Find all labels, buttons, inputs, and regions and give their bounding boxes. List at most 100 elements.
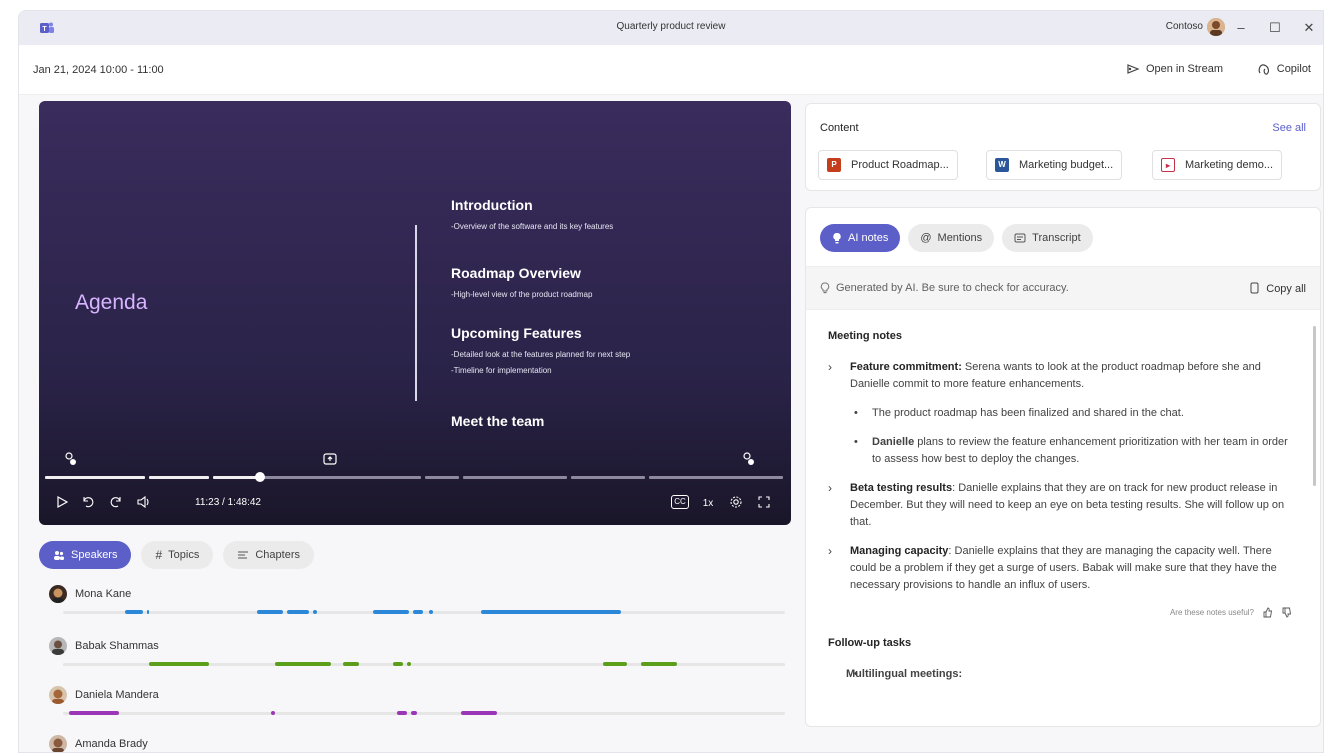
thumbs-up-icon[interactable] <box>1262 607 1273 618</box>
tab-speakers-label: Speakers <box>71 549 118 561</box>
file-name: Product Roadmap... <box>851 159 949 171</box>
tab-chapters[interactable]: Chapters <box>223 541 314 569</box>
note-item[interactable]: › Managing capacity: Danielle explains t… <box>828 543 1298 594</box>
progress-segment <box>649 476 783 479</box>
tab-ai-notes[interactable]: AI notes <box>820 224 901 252</box>
meeting-notes: Meeting notes › Feature commitment: Sere… <box>828 328 1298 695</box>
slide-item-heading: Roadmap Overview <box>451 265 581 281</box>
tab-speakers[interactable]: Speakers <box>39 541 132 569</box>
notes-tabs: AI notes @ Mentions Transcript <box>820 224 1093 252</box>
speech-segment <box>603 662 627 666</box>
content-header: Content <box>820 122 859 134</box>
speaker-row[interactable]: Mona Kane <box>49 585 793 625</box>
speaker-marker-icon[interactable] <box>61 451 79 469</box>
slide-item-heading: Meet the team <box>451 413 545 429</box>
followup-title: Multilingual meetings: <box>846 668 963 680</box>
file-chip[interactable]: W Marketing budget... <box>986 150 1123 180</box>
user-avatar[interactable] <box>1207 18 1225 36</box>
file-chip[interactable]: P Product Roadmap... <box>818 150 958 180</box>
open-in-stream-button[interactable]: Open in Stream <box>1126 59 1223 79</box>
copy-all-button[interactable]: Copy all <box>1249 282 1306 295</box>
speech-segment <box>343 662 359 666</box>
chevron-right-icon: › <box>828 544 832 558</box>
see-all-link[interactable]: See all <box>1272 122 1306 134</box>
note-bullet: The product roadmap has been finalized a… <box>828 405 1298 422</box>
settings-gear-icon[interactable] <box>727 495 745 513</box>
video-player[interactable]: Agenda Introduction -Overview of the sof… <box>39 101 791 525</box>
slide-item-roadmap: Roadmap Overview -High-level view of the… <box>451 265 592 301</box>
followup-item: Multilingual meetings: <box>828 666 1298 683</box>
file-name: Marketing budget... <box>1019 159 1114 171</box>
speech-segment <box>411 711 417 715</box>
title-bar: T Quarterly product review Contoso – ☐ ✕ <box>19 11 1323 45</box>
meeting-datetime: Jan 21, 2024 10:00 - 11:00 <box>33 64 164 76</box>
speaker-marker-icon[interactable] <box>739 451 757 469</box>
slide-item-team: Meet the team <box>451 413 544 429</box>
file-name: Marketing demo... <box>1185 159 1274 171</box>
speech-segment <box>461 711 497 715</box>
slide-item-heading: Introduction <box>451 197 533 213</box>
forward-10-icon[interactable] <box>107 495 125 513</box>
rewind-10-icon[interactable] <box>79 495 97 513</box>
notes-scrollbar[interactable] <box>1313 326 1316 486</box>
progress-segment <box>213 476 260 479</box>
stream-icon <box>1127 64 1140 74</box>
followup-heading: Follow-up tasks <box>828 637 912 649</box>
speaker-timeline <box>63 662 785 666</box>
content-panel: Content See all P Product Roadmap... W M… <box>805 103 1321 191</box>
progress-segment <box>149 476 209 479</box>
volume-icon[interactable] <box>135 495 153 513</box>
thumbs-down-icon[interactable] <box>1281 607 1292 618</box>
progress-segment <box>45 476 145 479</box>
speaker-row[interactable]: Daniela Mandera <box>49 686 793 726</box>
tab-topics[interactable]: # Topics <box>141 541 214 569</box>
tenant-name[interactable]: Contoso <box>1166 21 1203 32</box>
copy-icon <box>1250 282 1259 294</box>
progress-knob[interactable] <box>255 472 265 482</box>
playback-speed-button[interactable]: 1x <box>699 495 717 513</box>
close-button[interactable]: ✕ <box>1297 17 1321 39</box>
bullet-text: The product roadmap has been finalized a… <box>872 407 1184 419</box>
maximize-button[interactable]: ☐ <box>1263 17 1287 39</box>
progress-segment <box>571 476 645 479</box>
speech-segment <box>373 610 409 614</box>
lightbulb-icon <box>833 232 841 244</box>
play-icon[interactable] <box>53 495 71 513</box>
chevron-right-icon: › <box>828 481 832 495</box>
captions-button[interactable]: CC <box>671 495 689 509</box>
note-title: Managing capacity <box>850 545 949 557</box>
feedback-prompt: Are these notes useful? <box>1169 608 1254 617</box>
ai-disclaimer: Generated by AI. Be sure to check for ac… <box>820 282 1069 294</box>
video-time: 11:23 / 1:48:42 <box>195 497 261 508</box>
bullet-name: Danielle <box>872 436 915 448</box>
tab-transcript[interactable]: Transcript <box>1002 224 1093 252</box>
avatar <box>49 735 67 752</box>
speech-segment <box>275 662 331 666</box>
notes-panel: AI notes @ Mentions Transcript Generated… <box>805 207 1321 727</box>
note-bullet: Danielle plans to review the feature enh… <box>828 434 1298 468</box>
speaker-row[interactable]: Babak Shammas <box>49 637 793 677</box>
progress-segment <box>425 476 459 479</box>
video-progress-bar[interactable] <box>45 472 783 482</box>
file-chip[interactable]: ▸ Marketing demo... <box>1152 150 1283 180</box>
teams-window: T Quarterly product review Contoso – ☐ ✕… <box>18 10 1324 753</box>
note-title: Beta testing results <box>850 482 953 494</box>
copilot-button[interactable]: Copilot <box>1257 59 1311 79</box>
lightbulb-icon <box>820 282 830 294</box>
fullscreen-icon[interactable] <box>755 495 773 513</box>
speech-segment <box>413 610 423 614</box>
note-item[interactable]: › Beta testing results: Danielle explain… <box>828 480 1298 531</box>
slide-item-upcoming: Upcoming Features -Detailed look at the … <box>451 325 630 377</box>
note-item[interactable]: › Feature commitment: Serena wants to lo… <box>828 359 1298 393</box>
tab-mentions[interactable]: @ Mentions <box>908 224 995 252</box>
speaker-row[interactable]: Amanda Brady <box>49 735 793 752</box>
speech-segment <box>271 711 275 715</box>
note-title: Feature commitment: <box>850 361 962 373</box>
copilot-label: Copilot <box>1276 63 1311 75</box>
chapters-icon <box>238 551 249 559</box>
speech-segment <box>313 610 317 614</box>
chapter-marker-icon[interactable] <box>321 451 339 469</box>
avatar <box>49 637 67 655</box>
minimize-button[interactable]: – <box>1229 17 1253 39</box>
speech-segment <box>147 610 149 614</box>
